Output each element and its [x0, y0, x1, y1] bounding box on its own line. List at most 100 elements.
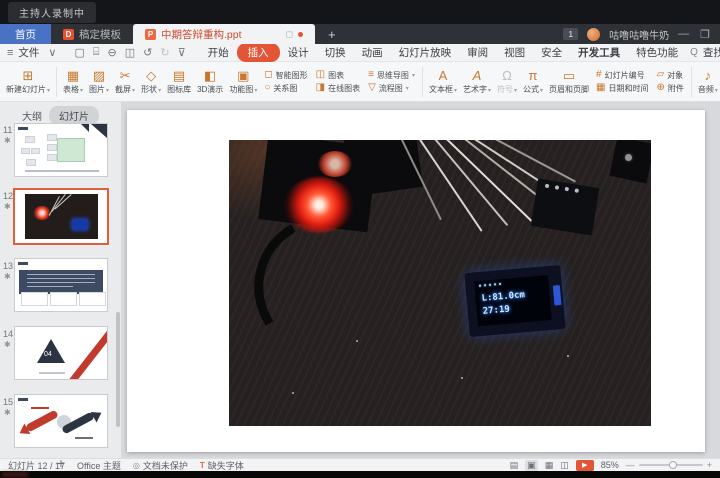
menu-features[interactable]: 特色功能 [628, 44, 686, 61]
online-chart-button[interactable]: ◨ 在线图表 [316, 83, 360, 94]
missing-font-icon: T [200, 461, 205, 470]
function-diagram-button[interactable]: ▣ 功能图 [226, 68, 260, 95]
slide-thumbnail-14[interactable]: 04 [14, 326, 108, 380]
document-tabbar: 首页 D 稿定模板 P 中期答辩重构.ppt ◻ + 1 咕噜咕噜牛奶 — ❐ [0, 24, 720, 44]
sorter-view-icon[interactable]: ▦ [545, 460, 554, 471]
tab-home[interactable]: 首页 [0, 24, 51, 44]
3d-demo-button[interactable]: ◧ 3D演示 [194, 68, 226, 95]
picture-icon: ▨ [93, 68, 105, 83]
flowchart-icon: ▽ [368, 83, 376, 93]
comment-bubble-icon[interactable]: ◻ [286, 29, 293, 40]
save-icon[interactable]: ▢ [70, 46, 88, 59]
object-button[interactable]: ▱ 对象 [656, 70, 683, 81]
undo-icon[interactable]: ↺ [139, 46, 156, 59]
textbox-icon: A [439, 68, 448, 83]
slide-thumbnail-11[interactable] [14, 123, 108, 177]
shapes-button[interactable]: ◇ 形状 [138, 68, 164, 95]
menu-review[interactable]: 审阅 [459, 44, 496, 61]
slideshow-play-button[interactable]: ▶ [576, 460, 594, 471]
tab-outline[interactable]: 大纲 [22, 108, 42, 123]
object-stack: ▱ 对象 ⊕ 附件 [652, 70, 687, 94]
slide-panel: 大纲 幻灯片 11 ✱ [0, 102, 122, 458]
wordart-button[interactable]: A 艺术字 [460, 68, 494, 95]
new-slide-button[interactable]: ⊞ 新建幻灯片 [3, 68, 53, 95]
user-avatar[interactable] [587, 28, 600, 41]
chart-button[interactable]: ◫ 图表 [316, 70, 360, 81]
more-commands-icon[interactable]: ⊽ [174, 46, 190, 59]
screenshot-button[interactable]: ✂ 截屏 [112, 68, 138, 95]
menu-insert-active[interactable]: 插入 [237, 43, 280, 62]
smart-graphic-button[interactable]: ◻ 智能图形 [264, 70, 307, 81]
tab-active-document[interactable]: P 中期答辩重构.ppt ◻ [133, 24, 315, 44]
menu-start[interactable]: 开始 [200, 44, 237, 61]
tab-template-store[interactable]: D 稿定模板 [51, 24, 133, 44]
slide-thumbnail-15[interactable] [14, 394, 108, 448]
menu-design[interactable]: 设计 [280, 44, 317, 61]
zoom-in-button[interactable]: + [707, 460, 712, 470]
notes-view-icon[interactable]: ▤ [510, 460, 519, 471]
print-icon[interactable]: ⌸ [89, 46, 104, 59]
circuit-board [609, 140, 651, 184]
menu-devtools[interactable]: 开发工具 [570, 44, 628, 61]
slide-canvas: ▪▪▪▪▪ L:81.0cm 27:19 [122, 102, 720, 458]
attachment-button[interactable]: ⊕ 附件 [656, 83, 683, 94]
oled-blue-connector [553, 285, 562, 306]
redo-icon[interactable]: ↻ [156, 46, 173, 59]
file-caret-icon[interactable]: ∨ [44, 46, 60, 59]
insert-ribbon: ⊞ 新建幻灯片 ▦ 表格 ▨ 图片 ✂ 截屏 ◇ 形状 ▤ 图标库 ◧ 3D演示 [0, 62, 720, 102]
find-label[interactable]: 查找 [703, 45, 720, 60]
menu-slideshow[interactable]: 幻灯片放映 [391, 44, 460, 61]
export-icon[interactable]: ⊖ [104, 46, 121, 59]
window-titlebar: 主持人录制中 [0, 0, 720, 24]
audio-button[interactable]: ♪ 音频 [695, 68, 720, 95]
transition-star-icon: ✱ [4, 408, 11, 417]
menu-file[interactable]: 文件 [13, 45, 44, 60]
textbox-button[interactable]: A 文本框 [426, 68, 460, 95]
datetime-icon: ▦ [596, 83, 605, 93]
current-slide[interactable]: ▪▪▪▪▪ L:81.0cm 27:19 [127, 110, 705, 452]
mindmap-icon: ≡ [368, 70, 374, 80]
slide-number-button[interactable]: # 幻灯片编号 [596, 70, 648, 81]
function-diagram-icon: ▣ [237, 68, 249, 83]
menu-animation[interactable]: 动画 [354, 44, 391, 61]
zoom-out-button[interactable]: — [626, 460, 635, 470]
mindmap-button[interactable]: ≡ 思维导图 [368, 70, 415, 81]
zoom-level[interactable]: 85% [601, 460, 619, 470]
preview-icon[interactable]: ◫ [121, 46, 139, 59]
notification-badge[interactable]: 1 [563, 28, 578, 40]
panel-scrollbar[interactable] [116, 312, 120, 427]
slide-thumbnail-12-selected[interactable] [13, 188, 109, 245]
slide-thumbnail-13[interactable] [14, 258, 108, 312]
icon-library-icon: ▤ [173, 68, 185, 83]
tab-slides-active[interactable]: 幻灯片 [49, 106, 99, 125]
datetime-button[interactable]: ▦ 日期和时间 [596, 83, 648, 94]
table-button[interactable]: ▦ 表格 [60, 68, 86, 95]
protection-status[interactable]: ◎ 文档未保护 [133, 459, 188, 472]
normal-view-icon[interactable]: ▣ [525, 460, 538, 471]
oled-display-module: ▪▪▪▪▪ L:81.0cm 27:19 [465, 265, 566, 337]
search-icon[interactable]: Q [690, 47, 698, 58]
minimize-button[interactable]: — [678, 28, 691, 40]
circuit-board [343, 140, 423, 196]
icon-library-button[interactable]: ▤ 图标库 [164, 68, 194, 95]
username[interactable]: 咕噜咕噜牛奶 [609, 27, 669, 42]
overlay-text-smudge [2, 472, 28, 477]
menu-view[interactable]: 视图 [496, 44, 533, 61]
add-slide-button[interactable]: + [0, 455, 122, 471]
zoom-track[interactable] [639, 464, 703, 466]
zoom-knob[interactable] [669, 461, 677, 469]
header-footer-button[interactable]: ▭ 页眉和页脚 [546, 68, 592, 95]
electronics-photo[interactable]: ▪▪▪▪▪ L:81.0cm 27:19 [229, 140, 651, 426]
symbol-button[interactable]: Ω 符号 [494, 68, 520, 95]
reading-view-icon[interactable]: ◫ [560, 460, 569, 471]
menu-security[interactable]: 安全 [533, 44, 570, 61]
new-tab-button[interactable]: + [315, 24, 349, 44]
flowchart-button[interactable]: ▽ 流程图 [368, 83, 415, 94]
formula-button[interactable]: π 公式 [520, 68, 546, 95]
menu-transition[interactable]: 切换 [317, 44, 354, 61]
slidenumber-stack: # 幻灯片编号 ▦ 日期和时间 [592, 70, 652, 94]
restore-button[interactable]: ❐ [700, 28, 712, 41]
relation-diagram-button[interactable]: ○ 关系图 [264, 83, 307, 94]
picture-button[interactable]: ▨ 图片 [86, 68, 112, 95]
missing-font-warning[interactable]: T 缺失字体 [200, 459, 244, 472]
